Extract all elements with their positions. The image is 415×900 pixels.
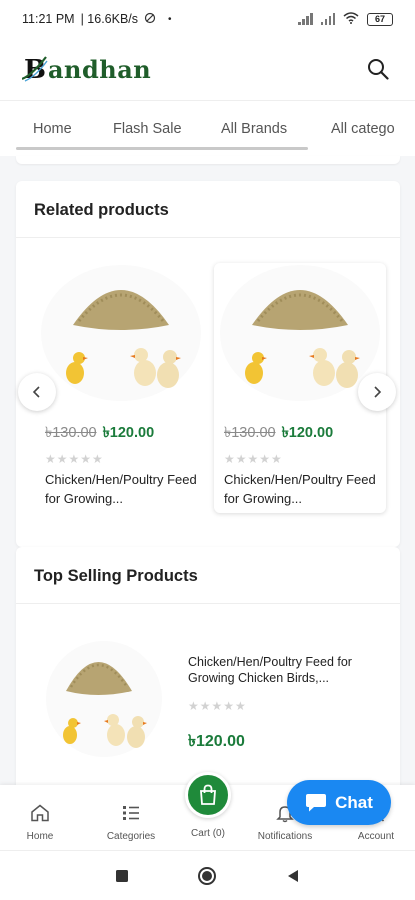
app-header: B andhan	[0, 38, 415, 100]
old-price: ৳130.00	[45, 425, 97, 441]
nav-categories[interactable]: Categories	[97, 785, 165, 850]
shopping-bag-icon	[200, 784, 216, 805]
home-system-button[interactable]	[197, 866, 217, 886]
rating-stars: ★★★★★	[188, 699, 247, 713]
tab-all-brands[interactable]: All Brands	[221, 121, 287, 137]
product-name[interactable]: Chicken/Hen/Poultry Feed for Growing...	[224, 470, 379, 508]
cart-button[interactable]	[185, 772, 231, 818]
new-price: ৳120.00	[281, 425, 334, 441]
product-image	[41, 265, 201, 401]
nav-home-label: Home	[26, 831, 54, 842]
logo[interactable]: B andhan	[22, 53, 151, 85]
related-products-title: Related products	[16, 181, 400, 238]
carousel-prev-button[interactable]	[18, 373, 56, 411]
chevron-right-icon	[374, 386, 382, 398]
related-products-section: Related products ৳130.00 ৳120.00 ★★★★★ Ch…	[16, 181, 400, 547]
price-row: ৳130.00 ৳120.00	[224, 422, 333, 446]
product-card[interactable]: ৳130.00 ৳120.00 ★★★★★ Chicken/Hen/Poultry…	[35, 263, 207, 513]
circle-icon	[198, 867, 216, 885]
product-price: ৳120.00	[188, 733, 245, 750]
system-navigation-bar	[0, 850, 415, 900]
back-button[interactable]	[283, 866, 303, 886]
product-name[interactable]: Chicken/Hen/Poultry Feed for Growing Chi…	[188, 654, 388, 686]
recents-button[interactable]	[112, 866, 132, 886]
search-button[interactable]	[363, 54, 393, 84]
nav-home[interactable]: Home	[10, 785, 70, 850]
logo-mark-icon: B	[22, 55, 48, 85]
nav-account-label: Account	[357, 831, 395, 842]
triangle-back-icon	[288, 870, 298, 882]
dnd-icon	[144, 12, 156, 27]
new-price: ৳120.00	[102, 425, 155, 441]
previous-card-edge	[16, 156, 400, 164]
chat-bubble-icon	[306, 794, 327, 812]
signal-icon	[298, 13, 313, 25]
home-icon	[31, 804, 49, 822]
logo-text: andhan	[48, 54, 152, 84]
nav-cart-label: Cart (0)	[191, 828, 225, 839]
search-icon	[368, 59, 389, 80]
chevron-left-icon	[32, 386, 40, 398]
battery-icon: 67	[367, 12, 393, 26]
product-image[interactable]	[44, 639, 164, 759]
nav-categories-label: Categories	[106, 831, 156, 842]
tab-flash-sale[interactable]: Flash Sale	[113, 121, 182, 137]
chat-button[interactable]: Chat	[287, 780, 391, 825]
wifi-icon	[343, 11, 359, 27]
dot-icon: •	[168, 13, 172, 25]
category-tabs: Home Flash Sale All Brands All catego	[0, 100, 415, 156]
carousel-next-button[interactable]	[358, 373, 396, 411]
square-icon	[116, 870, 128, 882]
product-name[interactable]: Chicken/Hen/Poultry Feed for Growing...	[45, 470, 200, 508]
rating-stars: ★★★★★	[45, 452, 104, 466]
chat-label: Chat	[335, 792, 373, 812]
tabs-scroll-indicator	[16, 147, 308, 150]
tab-home[interactable]: Home	[33, 121, 72, 137]
price-row: ৳130.00 ৳120.00	[45, 422, 154, 446]
rating-stars: ★★★★★	[224, 452, 283, 466]
nav-notifications-label: Notifications	[257, 831, 313, 842]
top-selling-section: Top Selling Products Chicken/Hen/Poultry…	[16, 547, 400, 807]
tab-all-categories[interactable]: All catego	[331, 121, 395, 137]
list-icon	[123, 806, 139, 820]
old-price: ৳130.00	[224, 425, 276, 441]
signal-icon-2	[320, 13, 335, 25]
status-bar: 11:21 PM | 16.6KB/s • 67	[0, 0, 415, 38]
status-time: 11:21 PM	[22, 12, 75, 26]
top-selling-title: Top Selling Products	[16, 547, 400, 604]
status-speed: | 16.6KB/s	[80, 12, 139, 26]
